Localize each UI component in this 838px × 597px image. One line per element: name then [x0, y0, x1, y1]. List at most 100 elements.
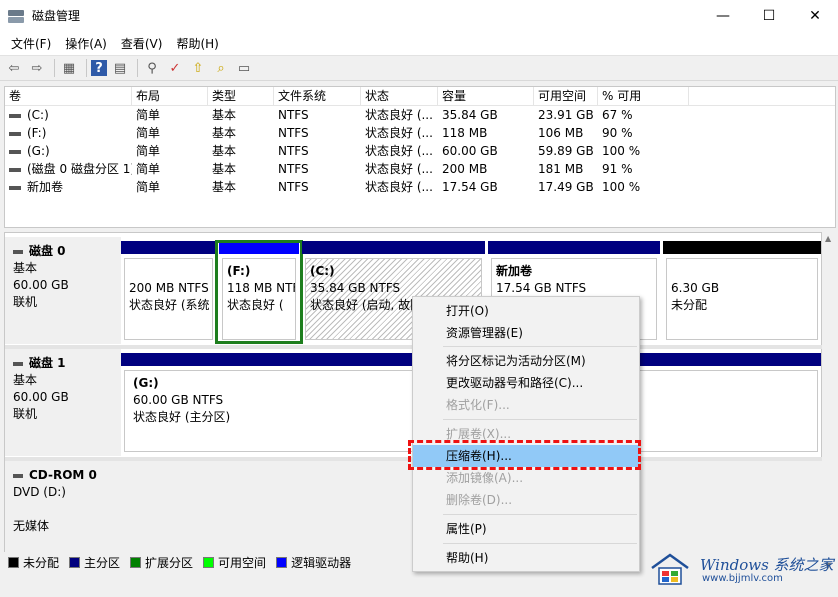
table-cell: 90 %: [602, 126, 633, 140]
menu-add-mirror: 添加镜像(A)...: [446, 471, 524, 485]
table-cell: 基本: [212, 126, 237, 140]
col-layout[interactable]: 布局: [132, 87, 208, 106]
menu-help-item[interactable]: 帮助(H): [413, 547, 639, 569]
grid-view-icon[interactable]: ▦: [59, 58, 79, 78]
table-cell: 基本: [212, 162, 237, 176]
highlight-annotation: [408, 440, 641, 470]
table-row[interactable]: (F:) 简单 基本 NTFS 状态良好 (... 118 MB 106 MB 90 %: [5, 124, 835, 142]
table-cell: 60.00 GB: [442, 144, 498, 158]
disk-0-label[interactable]: 磁盘 0 基本 60.00 GB 联机: [5, 237, 121, 344]
properties-icon[interactable]: ▭: [234, 58, 254, 78]
disk-management-icon: [8, 8, 24, 24]
menu-view[interactable]: 查看(V): [114, 35, 170, 52]
col-type[interactable]: 类型: [208, 87, 274, 106]
volume-icon: [9, 131, 21, 136]
back-arrow-icon[interactable]: ⇦: [4, 58, 24, 78]
table-cell: 基本: [212, 144, 237, 158]
table-cell: 91 %: [602, 162, 633, 176]
legend-unallocated: 未分配: [8, 554, 59, 571]
search-icon[interactable]: ⌕: [211, 58, 231, 78]
col-capacity[interactable]: 容量: [438, 87, 534, 106]
table-cell: 新加卷: [27, 180, 64, 194]
table-cell: 100 %: [602, 180, 641, 194]
col-volume[interactable]: 卷: [5, 87, 132, 106]
swatch: [203, 557, 215, 568]
disk-1-label[interactable]: 磁盘 1 基本 60.00 GB 联机: [5, 349, 121, 456]
context-menu: 打开(O) 资源管理器(E) 将分区标记为活动分区(M) 更改驱动器号和路径(C…: [412, 296, 640, 572]
table-cell: 59.89 GB: [538, 144, 594, 158]
menu-action[interactable]: 操作(A): [58, 35, 114, 52]
table-cell: 状态良好 (...: [365, 180, 433, 194]
volume-icon: [9, 149, 21, 154]
window-title: 磁盘管理: [32, 9, 81, 23]
maximize-button[interactable]: ☐: [746, 0, 792, 31]
table-cell: 简单: [136, 144, 161, 158]
table-cell: NTFS: [278, 162, 309, 176]
table-cell: 状态良好 (...: [365, 144, 433, 158]
menu-delete: 删除卷(D)...: [446, 493, 513, 507]
legend-free-space: 可用空间: [203, 554, 266, 571]
table-cell: 简单: [136, 180, 161, 194]
up-folder-icon[interactable]: ⇧: [188, 58, 208, 78]
table-row[interactable]: (磁盘 0 磁盘分区 1) 简单 基本 NTFS 状态良好 (... 200 MB 181 …: [5, 160, 835, 178]
table-cell: 100 %: [602, 144, 641, 158]
menu-bar: 文件(F) 操作(A) 查看(V) 帮助(H): [0, 31, 838, 55]
partition-system-reserved[interactable]: 200 MB NTFS 状态良好 (系统: [121, 241, 216, 343]
swatch: [69, 557, 81, 568]
selection-outline: [215, 240, 303, 344]
col-percent-free[interactable]: % 可用: [598, 87, 689, 106]
menu-help[interactable]: 帮助(H): [169, 35, 225, 52]
menu-change-letter[interactable]: 更改驱动器号和路径(C)...: [413, 372, 639, 394]
forward-arrow-icon[interactable]: ⇨: [27, 58, 47, 78]
volume-icon: [9, 185, 21, 190]
swatch: [130, 557, 142, 568]
scroll-up-icon[interactable]: ▲: [825, 234, 831, 243]
table-cell: 基本: [212, 180, 237, 194]
house-logo-icon: [651, 553, 689, 585]
vertical-scrollbar[interactable]: ▲ ▼: [822, 232, 836, 572]
table-cell: (C:): [27, 108, 49, 122]
table-cell: NTFS: [278, 108, 309, 122]
close-button[interactable]: ✕: [792, 0, 838, 31]
table-cell: 17.49 GB: [538, 180, 594, 194]
table-cell: 200 MB: [442, 162, 488, 176]
toolbar: ⇦ ⇨ ▦ ? ▤ ⚲ ✓ ⇧ ⌕ ▭: [0, 55, 838, 81]
check-icon[interactable]: ✓: [165, 58, 185, 78]
volume-icon: [9, 167, 21, 172]
table-row[interactable]: (G:) 简单 基本 NTFS 状态良好 (... 60.00 GB 59.89 GB 100…: [5, 142, 835, 160]
table-cell: (G:): [27, 144, 50, 158]
table-cell: 181 MB: [538, 162, 584, 176]
menu-open[interactable]: 打开(O): [413, 300, 639, 322]
table-cell: 状态良好 (...: [365, 126, 433, 140]
table-cell: NTFS: [278, 144, 309, 158]
menu-file[interactable]: 文件(F): [4, 35, 58, 52]
table-cell: (F:): [27, 126, 47, 140]
table-cell: 简单: [136, 108, 161, 122]
minimize-button[interactable]: —: [700, 0, 746, 31]
legend-extended: 扩展分区: [130, 554, 193, 571]
table-cell: 118 MB: [442, 126, 488, 140]
col-filesystem[interactable]: 文件系统: [274, 87, 361, 106]
connect-icon[interactable]: ⚲: [142, 58, 162, 78]
cdrom-0-label[interactable]: CD-ROM 0 DVD (D:) 无媒体: [5, 461, 121, 553]
swatch: [8, 557, 19, 568]
watermark-url: www.bjjmlv.com: [702, 573, 783, 584]
col-status[interactable]: 状态: [361, 87, 438, 106]
col-free-space[interactable]: 可用空间: [534, 87, 598, 106]
table-cell: NTFS: [278, 126, 309, 140]
menu-explorer[interactable]: 资源管理器(E): [413, 322, 639, 344]
watermark: Windows 系统之家 www.bjjmlv.com: [644, 540, 836, 592]
help-icon[interactable]: ?: [91, 60, 107, 76]
table-cell: (磁盘 0 磁盘分区 1): [27, 162, 132, 176]
title-bar: 磁盘管理 — ☐ ✕: [0, 0, 838, 31]
legend-primary: 主分区: [69, 554, 120, 571]
panel-view-icon[interactable]: ▤: [110, 58, 130, 78]
watermark-title: Windows 系统之家: [700, 556, 834, 574]
table-row[interactable]: 新加卷 简单 基本 NTFS 状态良好 (... 17.54 GB 17.49 GB 100 …: [5, 178, 835, 196]
table-row[interactable]: (C:) 简单 基本 NTFS 状态良好 (... 35.84 GB 23.91 GB 67 …: [5, 106, 835, 124]
menu-mark-active[interactable]: 将分区标记为活动分区(M): [413, 350, 639, 372]
table-cell: 106 MB: [538, 126, 584, 140]
menu-properties[interactable]: 属性(P): [413, 518, 639, 540]
partition-unallocated[interactable]: 6.30 GB 未分配: [663, 241, 821, 343]
table-cell: 基本: [212, 108, 237, 122]
